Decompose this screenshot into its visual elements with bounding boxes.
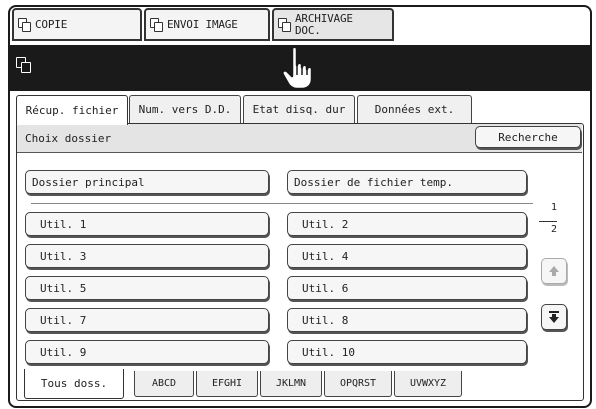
content-area: Récup. fichier Num. vers D.D. Etat disq.… bbox=[10, 91, 590, 406]
send-image-icon bbox=[150, 17, 164, 32]
tab-hdd-status[interactable]: Etat disq. dur bbox=[243, 95, 355, 123]
tab-scan-to-hdd[interactable]: Num. vers D.D. bbox=[129, 95, 241, 123]
user-folder-10[interactable]: Util. 10 bbox=[287, 340, 527, 364]
tab-retrieve-file[interactable]: Récup. fichier bbox=[16, 95, 128, 125]
tab-document-filing-label: ARCHIVAGE DOC. bbox=[295, 12, 353, 37]
divider bbox=[31, 203, 533, 204]
page-indicator: 1 bbox=[539, 202, 569, 213]
mode-tab-bar: COPIE ENVOI IMAGE ARCHIVAGE DOC. bbox=[10, 7, 590, 45]
user-folder-7[interactable]: Util. 7 bbox=[25, 308, 269, 332]
index-tab-opqrst[interactable]: OPQRST bbox=[324, 371, 392, 397]
user-folder-5[interactable]: Util. 5 bbox=[25, 276, 269, 300]
arrow-up-icon bbox=[549, 266, 559, 276]
index-tab-efghi[interactable]: EFGHI bbox=[196, 371, 258, 397]
tab-document-filing[interactable]: ARCHIVAGE DOC. bbox=[272, 8, 394, 41]
tab-send-image-label: ENVOI IMAGE bbox=[167, 18, 238, 31]
user-folder-3[interactable]: Util. 3 bbox=[25, 244, 269, 268]
index-tab-abcd[interactable]: ABCD bbox=[134, 371, 194, 397]
panel-header: Choix dossier Recherche bbox=[17, 124, 582, 153]
document-filing-icon bbox=[16, 57, 32, 73]
user-folder-8[interactable]: Util. 8 bbox=[287, 308, 527, 332]
pointing-hand-icon bbox=[281, 45, 314, 91]
user-folder-9[interactable]: Util. 9 bbox=[25, 340, 269, 364]
copy-icon bbox=[18, 17, 32, 32]
page-total-wrap: 2 bbox=[539, 224, 569, 235]
tab-document-filing-label-2: DOC. bbox=[295, 23, 321, 37]
page-divider bbox=[539, 221, 557, 222]
document-filing-icon bbox=[278, 17, 292, 32]
page-total: 2 bbox=[550, 224, 558, 235]
user-folder-6[interactable]: Util. 6 bbox=[287, 276, 527, 300]
index-tab-jklmn[interactable]: JKLMN bbox=[260, 371, 322, 397]
arrow-down-icon bbox=[549, 311, 559, 323]
user-folder-1[interactable]: Util. 1 bbox=[25, 212, 269, 236]
main-folder-button[interactable]: Dossier principal bbox=[25, 170, 269, 194]
tab-external-data[interactable]: Données ext. bbox=[357, 95, 472, 123]
search-button[interactable]: Recherche bbox=[475, 126, 581, 148]
tab-copy-label: COPIE bbox=[35, 18, 68, 31]
scroll-up-button[interactable] bbox=[541, 258, 567, 284]
page-current: 1 bbox=[550, 202, 558, 213]
index-tab-uvwxyz[interactable]: UVWXYZ bbox=[394, 371, 462, 397]
screen-frame: COPIE ENVOI IMAGE ARCHIVAGE DOC. Récup. … bbox=[8, 5, 592, 408]
panel-title: Choix dossier bbox=[25, 132, 112, 145]
tab-copy[interactable]: COPIE bbox=[12, 8, 142, 41]
index-tab-all[interactable]: Tous doss. bbox=[24, 369, 124, 399]
user-folder-2[interactable]: Util. 2 bbox=[287, 212, 527, 236]
user-folder-4[interactable]: Util. 4 bbox=[287, 244, 527, 268]
scroll-down-button[interactable] bbox=[541, 304, 567, 330]
folder-panel: Choix dossier Recherche Dossier principa… bbox=[16, 123, 584, 401]
temp-folder-button[interactable]: Dossier de fichier temp. bbox=[287, 170, 527, 194]
tab-send-image[interactable]: ENVOI IMAGE bbox=[144, 8, 270, 41]
